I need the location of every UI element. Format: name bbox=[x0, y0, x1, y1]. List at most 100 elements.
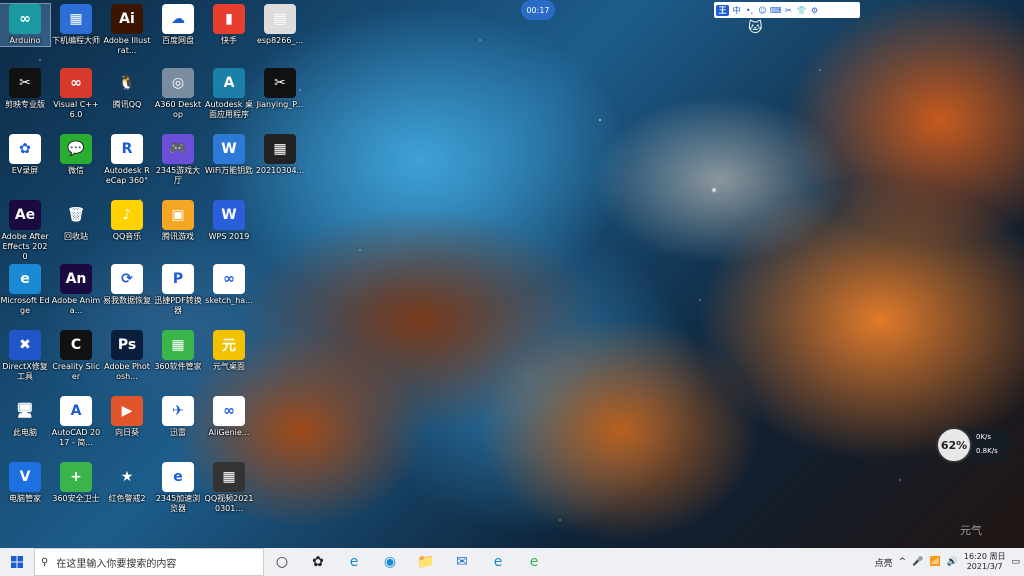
desktop-icon-label: 易我数据恢复 bbox=[103, 296, 151, 305]
desktop-icon-label: 剪映专业版 bbox=[5, 100, 45, 109]
tray-label[interactable]: 点亮 bbox=[875, 556, 893, 569]
desktop-icon[interactable]: ∞ Visual C++ 6.0 bbox=[51, 68, 101, 120]
ime-tool-icon[interactable]: ☺ bbox=[757, 6, 768, 15]
desktop-icon-label: 迅捷PDF转换器 bbox=[154, 296, 202, 315]
desktop-icon[interactable]: 🐧 腾讯QQ bbox=[102, 68, 152, 110]
desktop-icon[interactable]: Ps Adobe Photosh... bbox=[102, 330, 152, 382]
taskbar-app-icon[interactable]: e bbox=[480, 548, 516, 576]
desktop-icon-label: QQ视频20210301... bbox=[204, 494, 254, 513]
desktop-icon[interactable]: ◎ A360 Desktop bbox=[153, 68, 203, 120]
ime-toolbar[interactable]: 王 中 •, ☺ ⌨ ✂ 👕 ⚙ bbox=[714, 2, 860, 18]
desktop-icon[interactable]: A AutoCAD 2017 - 简... bbox=[51, 396, 101, 448]
desktop-icon[interactable]: W WPS 2019 bbox=[204, 200, 254, 242]
start-button[interactable] bbox=[0, 548, 34, 576]
desktop-icon-label: esp8266_... bbox=[256, 36, 304, 45]
taskbar-app-icon[interactable]: 📁 bbox=[408, 548, 444, 576]
app-icon: ★ bbox=[120, 469, 134, 485]
ime-logo-icon[interactable]: 王 bbox=[716, 4, 729, 16]
desktop-icon[interactable]: ★ 红色警戒2 bbox=[102, 462, 152, 504]
desktop-icon[interactable]: ▦ 360软件管家 bbox=[153, 330, 203, 372]
desktop-icon[interactable]: ∞ Arduino bbox=[0, 3, 51, 47]
desktop-icon[interactable]: ▮ 快手 bbox=[204, 4, 254, 46]
mic-icon[interactable]: 🎤 bbox=[912, 557, 923, 567]
desktop-icon[interactable]: V 电脑管家 bbox=[0, 462, 50, 504]
ime-tool-icon[interactable]: •, bbox=[744, 6, 755, 15]
app-icon: 💬 bbox=[60, 134, 92, 164]
desktop-icon[interactable]: Ai Adobe Illustrat... bbox=[102, 4, 152, 56]
taskbar-app-icon[interactable]: ✿ bbox=[300, 548, 336, 576]
desktop-icon[interactable]: ∞ sketch_ha... bbox=[204, 264, 254, 306]
desktop-icon[interactable]: ✈ 迅雷 bbox=[153, 396, 203, 438]
ime-tool-icon[interactable]: ⚙ bbox=[809, 6, 820, 15]
app-icon: 🗑 bbox=[67, 207, 85, 223]
taskbar-app-icon[interactable]: e bbox=[516, 548, 552, 576]
desktop-icon[interactable]: W WiFi万能钥匙 bbox=[204, 134, 254, 176]
desktop-icon-label: Jianying_P... bbox=[256, 100, 304, 109]
app-icon: An bbox=[60, 264, 92, 294]
notification-icon[interactable]: ▭ bbox=[1011, 557, 1020, 567]
desktop-icon[interactable]: ▣ 腾讯游戏 bbox=[153, 200, 203, 242]
desktop-icon-label: 20210304... bbox=[255, 166, 305, 175]
desktop-icon[interactable]: R Autodesk ReCap 360° bbox=[102, 134, 152, 186]
desktop-icon[interactable]: ✖ DirectX修复工具 bbox=[0, 330, 50, 382]
cat-mascot-icon[interactable]: 🐱 bbox=[748, 20, 763, 36]
app-icon: 🎮 bbox=[162, 134, 194, 164]
app-icon: ✂ bbox=[264, 68, 296, 98]
volume-icon[interactable]: 🔊 bbox=[947, 557, 958, 567]
desktop-icon[interactable]: ☁ 百度网盘 bbox=[153, 4, 203, 46]
desktop-icon[interactable]: e Microsoft Edge bbox=[0, 264, 50, 316]
desktop-icon[interactable]: ✂ Jianying_P... bbox=[255, 68, 305, 110]
desktop-icon[interactable]: P 迅捷PDF转换器 bbox=[153, 264, 203, 316]
app-icon: ◎ bbox=[162, 68, 194, 98]
desktop-icon-label: DirectX修复工具 bbox=[2, 362, 48, 381]
network-speed-widget[interactable]: 62% 0K/s 0.8K/s bbox=[936, 427, 1012, 463]
app-icon: ✿ bbox=[9, 134, 41, 164]
clock[interactable]: 16:20 周日 2021/3/7 bbox=[964, 552, 1006, 572]
app-icon: ▦ bbox=[60, 4, 92, 34]
desktop-icon[interactable]: A Autodesk 桌面应用程序 bbox=[204, 68, 254, 120]
desktop-icon[interactable]: 💬 微信 bbox=[51, 134, 101, 176]
ime-tool-icon[interactable]: ✂ bbox=[783, 6, 794, 15]
taskbar-search-box[interactable]: ⚲ 在这里输入你要搜索的内容 bbox=[34, 548, 264, 576]
app-icon: A bbox=[213, 68, 245, 98]
desktop-icon[interactable]: +360安全卫士 bbox=[51, 462, 101, 504]
desktop-icon[interactable]: 🎮 2345游戏大厅 bbox=[153, 134, 203, 186]
desktop-icon[interactable]: ♪ QQ音乐 bbox=[102, 200, 152, 242]
desktop-icon[interactable]: ⟳ 易我数据恢复 bbox=[102, 264, 152, 306]
desktop-icon[interactable]: An Adobe Anima... bbox=[51, 264, 101, 316]
wifi-icon[interactable]: 📶 bbox=[929, 557, 940, 567]
desktop-icon-label: 百度网盘 bbox=[162, 36, 194, 45]
desktop-icon[interactable]: 元元气桌面 bbox=[204, 330, 254, 372]
desktop-icon-label: QQ音乐 bbox=[112, 232, 142, 241]
taskbar-app-icon[interactable]: ✉ bbox=[444, 548, 480, 576]
desktop-icon[interactable]: 🗑 回收站 bbox=[51, 200, 101, 242]
desktop-icon-label: 2345游戏大厅 bbox=[155, 166, 201, 185]
app-icon: ☁ bbox=[162, 4, 194, 34]
watermark: 元气 bbox=[960, 524, 982, 537]
app-icon: P bbox=[162, 264, 194, 294]
recording-timer[interactable]: 00:17 bbox=[521, 0, 555, 20]
desktop-icon[interactable]: ▶ 向日葵 bbox=[102, 396, 152, 438]
desktop-icon[interactable]: 🖥 此电脑 bbox=[0, 396, 50, 438]
desktop-icon[interactable]: ▤ esp8266_... bbox=[255, 4, 305, 46]
chevron-up-icon[interactable]: ^ bbox=[899, 557, 907, 567]
desktop-icon[interactable]: ▦ QQ视频20210301... bbox=[204, 462, 254, 514]
taskbar-app-icon[interactable]: ○ bbox=[264, 548, 300, 576]
ime-tool-icon[interactable]: ⌨ bbox=[770, 6, 782, 15]
search-icon: ⚲ bbox=[41, 556, 49, 568]
taskbar-app-icon[interactable]: ◉ bbox=[372, 548, 408, 576]
desktop-icon[interactable]: ▦ 20210304... bbox=[255, 134, 305, 176]
desktop-icon[interactable]: ∞ AliGenie... bbox=[204, 396, 254, 438]
desktop-icon[interactable]: ✿ EV录屏 bbox=[0, 134, 50, 176]
ime-tool-icon[interactable]: 中 bbox=[731, 5, 742, 16]
desktop-icon[interactable]: ▦ 下机编程大师 bbox=[51, 4, 101, 46]
app-icon: W bbox=[213, 200, 245, 230]
desktop-icon[interactable]: e 2345加速浏览器 bbox=[153, 462, 203, 514]
desktop-icon[interactable]: ✂ 剪映专业版 bbox=[0, 68, 50, 110]
desktop-icon-label: Adobe Illustrat... bbox=[103, 36, 151, 55]
taskbar: ⚲ 在这里输入你要搜索的内容 ○ ✿ e ◉ 📁 ✉ e e 点亮 ^ 🎤 📶 🔊 16:20… bbox=[0, 548, 1024, 576]
desktop-icon[interactable]: Ae Adobe After Effects 2020 bbox=[0, 200, 50, 262]
taskbar-app-icon[interactable]: e bbox=[336, 548, 372, 576]
ime-tool-icon[interactable]: 👕 bbox=[796, 6, 807, 15]
desktop-icon[interactable]: C Creality Slicer bbox=[51, 330, 101, 382]
